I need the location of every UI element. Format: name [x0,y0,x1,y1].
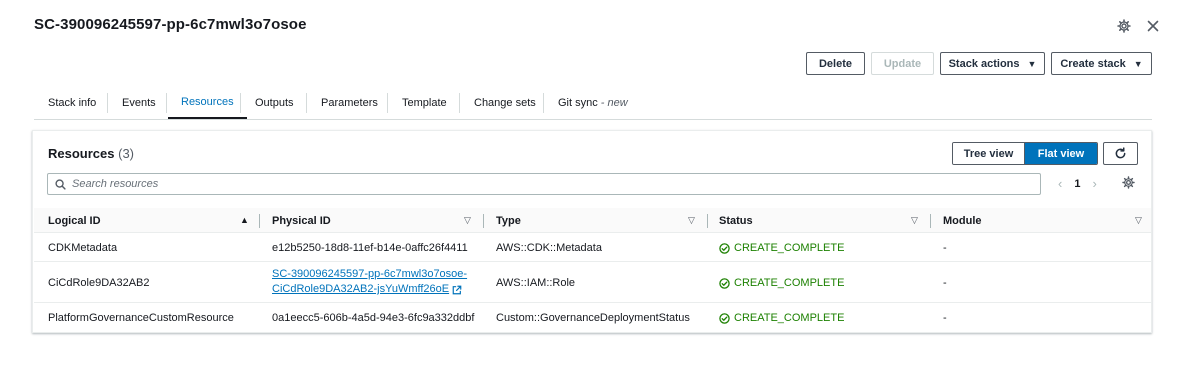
type-cell: AWS::CDK::Metadata [496,242,602,254]
stack-actions-button[interactable]: Stack actions ▼ [940,52,1045,75]
view-toggle: Tree view Flat view [952,142,1098,165]
module-cell: - [943,242,947,254]
status-text: CREATE_COMPLETE [734,242,845,254]
check-circle-icon [719,242,730,254]
tab-bar: Stack info Events Resources Outputs Para… [34,86,1152,120]
column-divider [707,214,708,228]
column-divider [930,214,931,228]
resources-panel: Resources (3) Tree view Flat view ‹ 1 › … [32,130,1152,333]
tree-view-button[interactable]: Tree view [953,143,1025,164]
tab-parameters[interactable]: Parameters [321,86,378,119]
type-cell: Custom::GovernanceDeploymentStatus [496,312,690,324]
resources-count: (3) [118,146,134,161]
update-button-label: Update [883,57,922,70]
physical-id-cell: 0a1eecc5-606b-4a5d-94e3-6fc9a332ddbf [272,312,475,324]
check-circle-icon [719,312,730,324]
column-header-type[interactable]: Type [496,208,521,233]
tab-divider [387,93,388,113]
tab-resources[interactable]: Resources [168,86,247,119]
module-cell: - [943,277,947,289]
refresh-button[interactable] [1103,142,1138,165]
status-cell: CREATE_COMPLETE [719,263,844,303]
page-number[interactable]: 1 [1074,178,1080,190]
pagination: ‹ 1 › [1058,176,1097,191]
tab-divider [459,93,460,113]
table-row: PlatformGovernanceCustomResource 0a1eecc… [34,304,1151,332]
new-badge: - new [600,96,628,109]
create-stack-button[interactable]: Create stack ▼ [1051,52,1152,75]
tab-divider [306,93,307,113]
tab-outputs[interactable]: Outputs [255,86,294,119]
tab-events[interactable]: Events [122,86,156,119]
search-input[interactable] [72,178,972,190]
check-circle-icon [719,277,730,289]
sort-icon[interactable]: ▽ [464,215,471,226]
search-icon [55,178,66,190]
tab-divider [166,93,167,113]
logical-id-cell: CiCdRole9DA32AB2 [48,277,150,289]
refresh-icon [1115,147,1126,159]
column-header-physical-id[interactable]: Physical ID [272,208,331,233]
tab-divider [240,93,241,113]
module-cell: - [943,312,947,324]
logical-id-cell: PlatformGovernanceCustomResource [48,312,234,324]
tab-git-sync[interactable]: Git sync - new [558,86,628,119]
physical-id-cell: e12b5250-18d8-11ef-b14e-0affc26f4411 [272,242,468,254]
caret-down-icon: ▼ [1027,58,1037,69]
external-link-icon [452,285,462,294]
tab-stack-info[interactable]: Stack info [48,86,96,119]
physical-id-link[interactable]: SC-390096245597-pp-6c7mwl3o7osoe- CiCdRo… [272,267,467,297]
resources-heading: Resources (3) [48,146,134,161]
tab-git-sync-label: Git sync [558,96,598,109]
preferences-gear-icon[interactable] [1122,176,1135,189]
page-title: SC-390096245597-pp-6c7mwl3o7osoe [34,16,307,33]
status-cell: CREATE_COMPLETE [719,234,844,262]
table-header: Logical ID ▲ Physical ID ▽ Type ▽ Status… [34,208,1151,233]
tab-divider [543,93,544,113]
column-header-module[interactable]: Module [943,208,982,233]
next-page-icon[interactable]: › [1092,176,1096,191]
gear-icon[interactable] [1115,17,1133,35]
delete-button[interactable]: Delete [806,52,865,75]
flat-view-button[interactable]: Flat view [1025,143,1097,164]
create-stack-label: Create stack [1060,57,1126,70]
physical-id-link-line2-wrap: CiCdRole9DA32AB2-jsYuWmff26oE [272,282,467,297]
column-divider [483,214,484,228]
sort-icon[interactable]: ▽ [911,215,918,226]
stack-actions-label: Stack actions [948,57,1020,70]
column-divider [259,214,260,228]
physical-id-link-line2[interactable]: CiCdRole9DA32AB2-jsYuWmff26oE [272,282,449,297]
table-row: CDKMetadata e12b5250-18d8-11ef-b14e-0aff… [34,234,1151,262]
tab-divider [107,93,108,113]
tab-template[interactable]: Template [402,86,447,119]
physical-id-link-line1[interactable]: SC-390096245597-pp-6c7mwl3o7osoe- [272,267,467,282]
status-text: CREATE_COMPLETE [734,312,845,324]
sort-icon[interactable]: ▽ [1135,215,1142,226]
caret-down-icon: ▼ [1133,58,1143,69]
search-box [47,173,1041,195]
resources-title: Resources [48,146,115,161]
prev-page-icon[interactable]: ‹ [1058,176,1062,191]
table-row: CiCdRole9DA32AB2 SC-390096245597-pp-6c7m… [34,263,1151,303]
status-cell: CREATE_COMPLETE [719,304,844,332]
sort-icon[interactable]: ▽ [688,215,695,226]
sort-ascending-icon[interactable]: ▲ [240,215,249,225]
status-text: CREATE_COMPLETE [734,277,845,289]
close-icon[interactable] [1144,17,1162,35]
tab-change-sets[interactable]: Change sets [474,86,536,119]
update-button[interactable]: Update [871,52,934,75]
column-header-logical-id[interactable]: Logical ID [48,208,101,233]
delete-button-label: Delete [818,57,853,70]
type-cell: AWS::IAM::Role [496,277,576,289]
logical-id-cell: CDKMetadata [48,242,118,254]
column-header-status[interactable]: Status [719,208,753,233]
